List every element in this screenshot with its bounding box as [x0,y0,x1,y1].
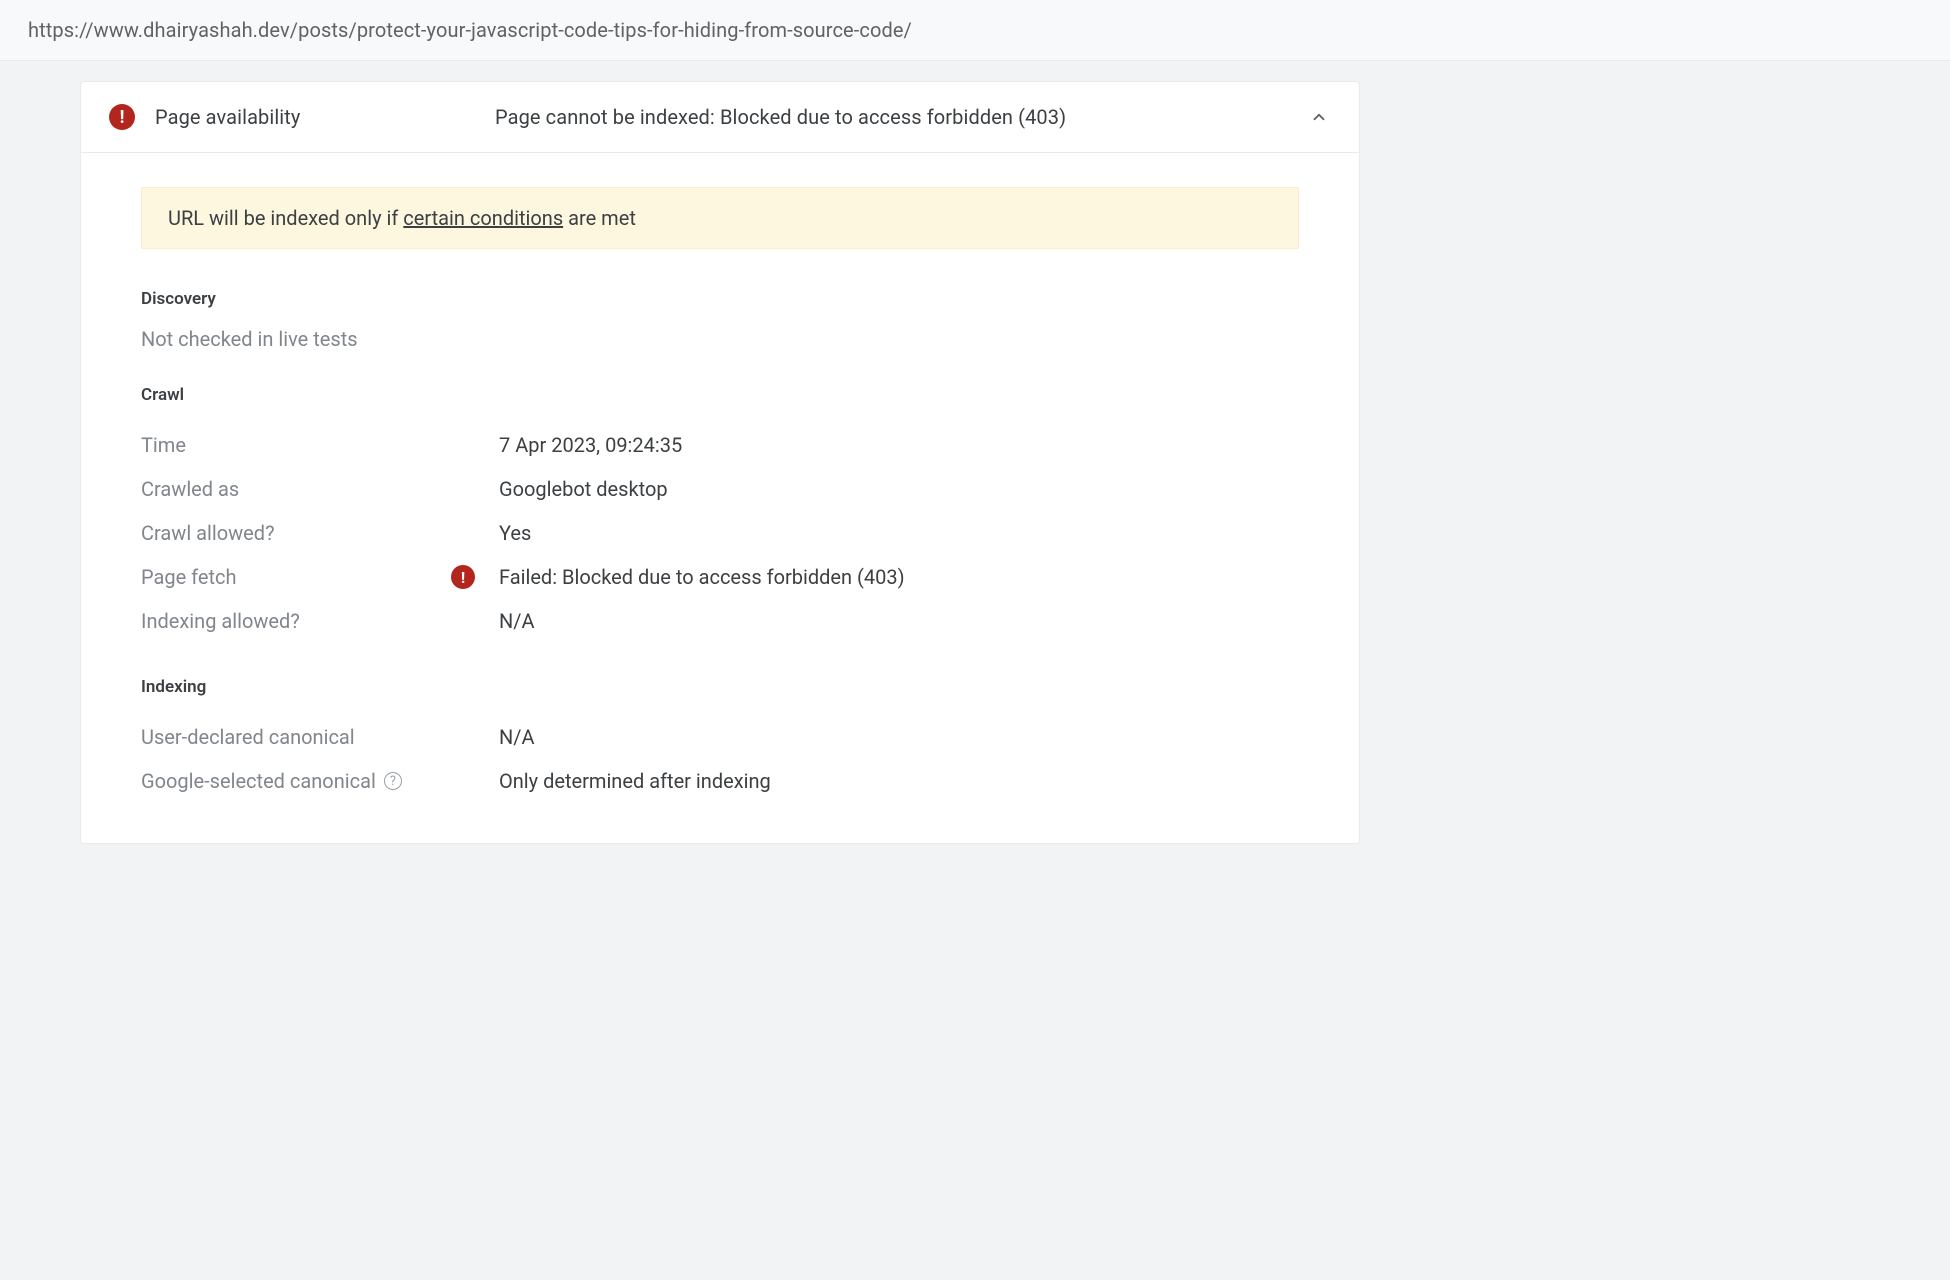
discovery-status: Not checked in live tests [141,327,1299,351]
notice-suffix: are met [563,206,636,230]
help-icon[interactable]: ? [384,772,402,790]
row-value: Failed: Blocked due to access forbidden … [499,565,1299,589]
table-row: Page fetch! Failed: Blocked due to access… [141,555,1299,599]
url-bar: https://www.dhairyashah.dev/posts/protec… [0,0,1950,61]
indexing-heading: Indexing [141,677,1299,697]
table-row: User-declared canonical N/A [141,715,1299,759]
table-row: Crawled as Googlebot desktop [141,467,1299,511]
page-availability-card: ! Page availability Page cannot be index… [80,81,1360,844]
conditional-indexing-notice: URL will be indexed only if certain cond… [141,187,1299,249]
crawl-heading: Crawl [141,385,1299,405]
row-label: Google-selected canonical? [141,769,451,793]
row-value: Only determined after indexing [499,769,1299,793]
row-label: Indexing allowed? [141,609,451,633]
error-icon: ! [451,565,475,589]
section-title: Page availability [155,105,495,129]
discovery-heading: Discovery [141,289,1299,309]
error-icon: ! [109,104,135,130]
section-header[interactable]: ! Page availability Page cannot be index… [81,82,1359,153]
section-summary: Page cannot be indexed: Blocked due to a… [495,105,1307,129]
row-label: Time [141,433,451,457]
row-value: 7 Apr 2023, 09:24:35 [499,433,1299,457]
chevron-up-icon[interactable] [1307,105,1331,129]
row-label: User-declared canonical [141,725,451,749]
table-row: Indexing allowed? N/A [141,599,1299,643]
row-status-cell: ! [451,565,499,589]
notice-prefix: URL will be indexed only if [168,206,403,230]
row-label: Crawled as [141,477,451,501]
certain-conditions-link[interactable]: certain conditions [403,206,563,230]
table-row: Time 7 Apr 2023, 09:24:35 [141,423,1299,467]
row-value: N/A [499,609,1299,633]
table-row: Google-selected canonical? Only determine… [141,759,1299,803]
row-value: Googlebot desktop [499,477,1299,501]
table-row: Crawl allowed? Yes [141,511,1299,555]
row-label: Crawl allowed? [141,521,451,545]
section-body: URL will be indexed only if certain cond… [81,153,1359,843]
row-label: Page fetch [141,565,451,589]
page-url: https://www.dhairyashah.dev/posts/protec… [28,18,912,42]
row-value: Yes [499,521,1299,545]
row-value: N/A [499,725,1299,749]
